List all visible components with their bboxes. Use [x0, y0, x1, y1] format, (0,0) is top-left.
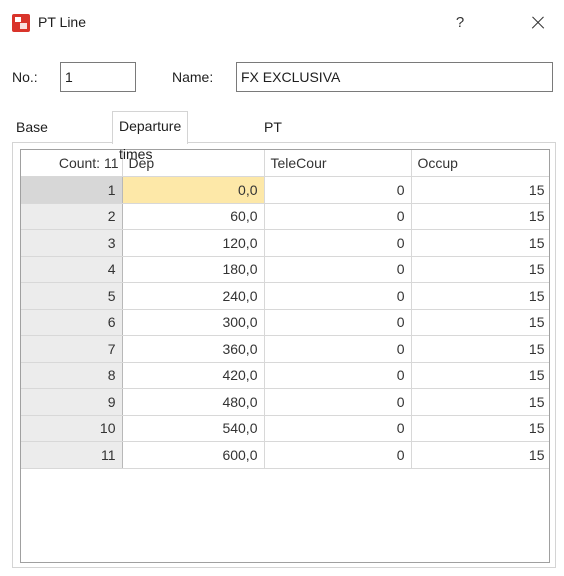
- occup-cell[interactable]: 15: [411, 309, 549, 336]
- occup-cell[interactable]: 15: [411, 388, 549, 416]
- row-number[interactable]: 1: [21, 176, 123, 204]
- table-row: 6 300,0 0 15: [21, 309, 549, 336]
- table-row: 1 0,0 0 15: [21, 176, 549, 204]
- telecour-cell[interactable]: 0: [264, 256, 412, 283]
- telecour-column-header[interactable]: TeleCour: [264, 150, 412, 177]
- telecour-cell[interactable]: 0: [264, 309, 412, 336]
- occup-cell[interactable]: 15: [411, 441, 549, 469]
- occup-column-header[interactable]: Occup: [411, 150, 549, 177]
- dep-cell[interactable]: 300,0: [122, 309, 265, 336]
- table-row: 11 600,0 0 15: [21, 441, 549, 469]
- table-row: 7 360,0 0 15: [21, 335, 549, 363]
- row-number[interactable]: 5: [21, 282, 123, 310]
- telecour-cell[interactable]: 0: [264, 362, 412, 389]
- occup-cell[interactable]: 15: [411, 176, 549, 204]
- app-icon: [12, 14, 30, 32]
- dep-cell[interactable]: 240,0: [122, 282, 265, 310]
- telecour-cell[interactable]: 0: [264, 388, 412, 416]
- telecour-cell[interactable]: 0: [264, 203, 412, 230]
- number-label: No.:: [12, 69, 38, 85]
- occup-cell[interactable]: 15: [411, 335, 549, 363]
- name-input[interactable]: [236, 62, 553, 92]
- telecour-cell[interactable]: 0: [264, 415, 412, 442]
- count-header[interactable]: Count: 11: [21, 150, 123, 177]
- row-number[interactable]: 3: [21, 229, 123, 257]
- telecour-cell[interactable]: 0: [264, 282, 412, 310]
- departure-times-table: Count: 11 Dep TeleCour Occup 1 0,0 0 15 …: [21, 150, 549, 469]
- occup-cell[interactable]: 15: [411, 282, 549, 310]
- row-number[interactable]: 10: [21, 415, 123, 442]
- dep-cell[interactable]: 600,0: [122, 441, 265, 469]
- number-input[interactable]: [60, 62, 136, 92]
- occup-cell[interactable]: 15: [411, 256, 549, 283]
- dep-cell[interactable]: 480,0: [122, 388, 265, 416]
- tab-pt-telegrams[interactable]: PT telegrams: [260, 116, 329, 157]
- telecour-cell[interactable]: 0: [264, 229, 412, 257]
- row-number[interactable]: 6: [21, 309, 123, 336]
- telecour-cell[interactable]: 0: [264, 176, 412, 204]
- tab-base-data[interactable]: Base data: [12, 116, 52, 157]
- tab-departure-times[interactable]: Departure times: [112, 111, 189, 162]
- row-number[interactable]: 11: [21, 441, 123, 469]
- occup-cell[interactable]: 15: [411, 362, 549, 389]
- dep-cell[interactable]: 180,0: [122, 256, 265, 283]
- dep-cell[interactable]: 360,0: [122, 335, 265, 363]
- telecour-cell[interactable]: 0: [264, 335, 412, 363]
- row-number[interactable]: 9: [21, 388, 123, 416]
- table-row: 9 480,0 0 15: [21, 388, 549, 416]
- header-row: Count: 11 Dep TeleCour Occup: [21, 150, 549, 177]
- window-title: PT Line: [38, 14, 86, 30]
- table-row: 8 420,0 0 15: [21, 362, 549, 389]
- occup-cell[interactable]: 15: [411, 415, 549, 442]
- dep-cell[interactable]: 540,0: [122, 415, 265, 442]
- occup-cell[interactable]: 15: [411, 203, 549, 230]
- dep-cell[interactable]: 0,0: [122, 176, 265, 204]
- telecour-cell[interactable]: 0: [264, 441, 412, 469]
- row-number[interactable]: 8: [21, 362, 123, 389]
- table-row: 5 240,0 0 15: [21, 282, 549, 310]
- occup-cell[interactable]: 15: [411, 229, 549, 257]
- row-number[interactable]: 7: [21, 335, 123, 363]
- dep-cell[interactable]: 120,0: [122, 229, 265, 257]
- table-row: 2 60,0 0 15: [21, 203, 549, 230]
- name-label: Name:: [172, 69, 214, 85]
- help-button[interactable]: ?: [445, 9, 475, 37]
- tab-content-departure-times: Count: 11 Dep TeleCour Occup 1 0,0 0 15 …: [12, 142, 556, 568]
- row-number[interactable]: 2: [21, 203, 123, 230]
- departure-times-grid[interactable]: Count: 11 Dep TeleCour Occup 1 0,0 0 15 …: [20, 149, 550, 563]
- line-identity-row: No.: Name:: [0, 60, 564, 94]
- close-icon[interactable]: [523, 9, 553, 37]
- title-bar: PT Line ?: [0, 0, 564, 46]
- table-row: 3 120,0 0 15: [21, 229, 549, 257]
- row-number[interactable]: 4: [21, 256, 123, 283]
- dep-cell[interactable]: 60,0: [122, 203, 265, 230]
- dep-cell[interactable]: 420,0: [122, 362, 265, 389]
- table-row: 4 180,0 0 15: [21, 256, 549, 283]
- table-row: 10 540,0 0 15: [21, 415, 549, 442]
